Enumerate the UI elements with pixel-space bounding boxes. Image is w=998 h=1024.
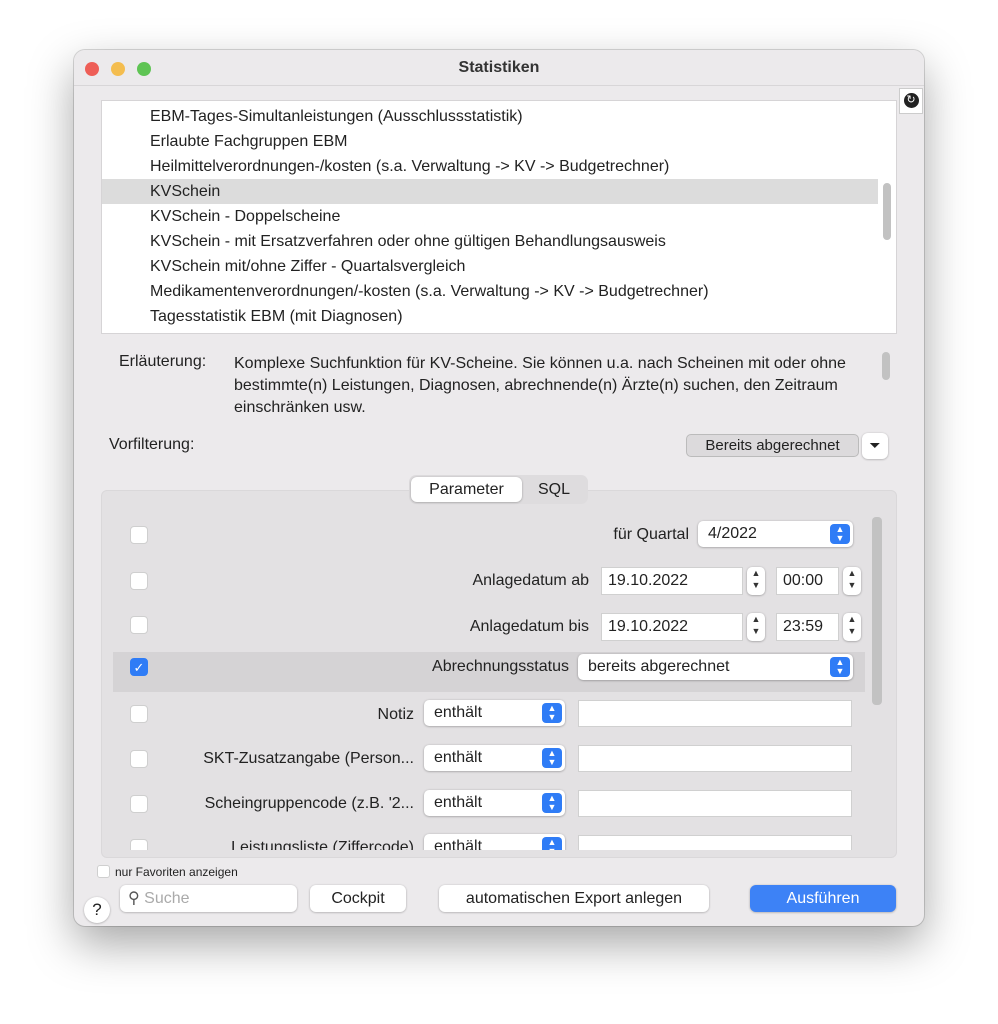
chevron-updown-icon: ▲▼ xyxy=(830,524,850,544)
skt-operator-select[interactable]: enthält ▲ ▼ xyxy=(424,745,565,771)
tab-sql[interactable]: SQL xyxy=(522,477,586,502)
explanation-text: Komplexe Suchfunktion für KV-Scheine. Si… xyxy=(234,355,846,416)
status-select[interactable]: bereits abgerechnet ▲ ▼ xyxy=(578,654,853,680)
from-date-field[interactable]: 19.10.2022 xyxy=(601,567,743,595)
to-date-stepper[interactable]: ▲ ▼ xyxy=(747,613,765,641)
skt-input[interactable] xyxy=(578,745,852,772)
ll-checkbox[interactable] xyxy=(130,839,148,850)
notiz-checkbox[interactable] xyxy=(130,705,148,723)
skt-label: SKT-Zusatzangabe (Person... xyxy=(203,750,414,767)
refresh-button[interactable]: ↻ xyxy=(899,88,923,114)
favorites-label: nur Favoriten anzeigen xyxy=(115,865,238,879)
filter-button[interactable]: ⏷ xyxy=(862,433,888,459)
title-bar: Statistiken xyxy=(74,50,924,86)
ll-operator-select[interactable]: enthält ▲▼ xyxy=(424,834,565,850)
from-label: Anlagedatum ab xyxy=(472,572,589,589)
list-item[interactable]: Medikamentenverordnungen/-kosten (s.a. V… xyxy=(102,279,878,304)
list-item[interactable]: KVSchein - Doppelscheine xyxy=(102,204,878,229)
refresh-icon: ↻ xyxy=(903,93,919,108)
segmented-control: Parameter SQL xyxy=(409,475,588,504)
list-item-selected[interactable]: KVSchein xyxy=(102,179,878,204)
sgc-checkbox[interactable] xyxy=(130,795,148,813)
from-date-stepper[interactable]: ▲ ▼ xyxy=(747,567,765,595)
from-time-stepper[interactable]: ▲ ▼ xyxy=(843,567,861,595)
quartal-checkbox[interactable] xyxy=(130,526,148,544)
to-checkbox[interactable] xyxy=(130,616,148,634)
statistics-list[interactable]: EBM-Tages-Simultanleistungen (Ausschluss… xyxy=(101,100,897,334)
status-value: bereits abgerechnet xyxy=(588,658,730,675)
sgc-input[interactable] xyxy=(578,790,852,817)
quartal-value: 4/2022 xyxy=(708,525,757,542)
ll-input[interactable] xyxy=(578,835,852,850)
quartal-label: für Quartal xyxy=(613,526,689,543)
prefilter-label: Vorfilterung: xyxy=(109,436,195,453)
favorites-checkbox[interactable] xyxy=(97,865,110,878)
chevron-updown-icon: ▲▼ xyxy=(542,703,562,723)
to-time-field[interactable]: 23:59 xyxy=(776,613,839,641)
status-label: Abrechnungsstatus xyxy=(432,658,569,675)
to-time-stepper[interactable]: ▲ ▼ xyxy=(843,613,861,641)
search-input[interactable]: ⚲ Suche xyxy=(120,885,297,912)
list-item[interactable]: Tagesstatistik EBM (mit Diagnosen) xyxy=(102,304,878,329)
export-button[interactable]: automatischen Export anlegen xyxy=(439,885,709,912)
prefilter-button[interactable]: Bereits abgerechnet xyxy=(686,434,859,457)
to-date-field[interactable]: 19.10.2022 xyxy=(601,613,743,641)
search-icon: ⚲ xyxy=(128,890,140,907)
sgc-operator-select[interactable]: enthält ▲ ▼ xyxy=(424,790,565,816)
from-checkbox[interactable] xyxy=(130,572,148,590)
filter-icon: ⏷ xyxy=(869,437,881,453)
notiz-operator-value: enthält xyxy=(434,704,483,721)
chevron-updown-icon: ▲▼ xyxy=(542,748,562,768)
statistics-window: Statistiken ↻ EBM-Tages-Simultanleistung… xyxy=(74,50,924,926)
parameter-scrollbar[interactable] xyxy=(872,517,882,705)
tab-parameter[interactable]: Parameter xyxy=(411,477,522,502)
list-item[interactable]: Heilmittelverordnungen-/kosten (s.a. Ver… xyxy=(102,154,878,179)
to-label: Anlagedatum bis xyxy=(469,618,589,635)
sgc-operator-value: enthält xyxy=(434,794,483,811)
list-item[interactable]: KVSchein mit/ohne Ziffer - Quartalsvergl… xyxy=(102,254,878,279)
quartal-select[interactable]: 4/2022 ▲ ▼ xyxy=(698,521,853,547)
list-item[interactable]: Erlaubte Fachgruppen EBM xyxy=(102,129,878,154)
list-item[interactable]: EBM-Tages-Simultanleistungen (Ausschluss… xyxy=(102,104,878,129)
search-placeholder: Suche xyxy=(144,890,190,907)
explanation-scrollbar[interactable] xyxy=(882,352,890,380)
list-scrollbar[interactable] xyxy=(883,183,891,240)
skt-checkbox[interactable] xyxy=(130,750,148,768)
notiz-label: Notiz xyxy=(377,706,414,723)
run-button[interactable]: Ausführen xyxy=(750,885,896,912)
explanation-label: Erläuterung: xyxy=(119,353,207,370)
chevron-updown-icon: ▲▼ xyxy=(830,657,850,677)
ll-operator-value: enthält xyxy=(434,838,483,850)
window-title: Statistiken xyxy=(458,59,540,76)
skt-operator-value: enthält xyxy=(434,749,483,766)
list-item[interactable]: KVSchein - mit Ersatzverfahren oder ohne… xyxy=(102,229,878,254)
chevron-updown-icon: ▲▼ xyxy=(542,793,562,813)
cockpit-button[interactable]: Cockpit xyxy=(310,885,406,912)
sgc-label: Scheingruppencode (z.B. '2... xyxy=(204,795,414,812)
clipped-row: Leistungsliste (Ziffercode) enthält ▲▼ xyxy=(102,832,867,850)
help-button[interactable]: ? xyxy=(84,897,110,923)
notiz-operator-select[interactable]: enthält ▲ ▼ xyxy=(424,700,565,726)
ll-label: Leistungsliste (Ziffercode) xyxy=(231,839,414,850)
notiz-input[interactable] xyxy=(578,700,852,727)
chevron-updown-icon: ▲▼ xyxy=(542,837,562,850)
status-checkbox[interactable]: ✓ xyxy=(130,658,148,676)
from-time-field[interactable]: 00:00 xyxy=(776,567,839,595)
